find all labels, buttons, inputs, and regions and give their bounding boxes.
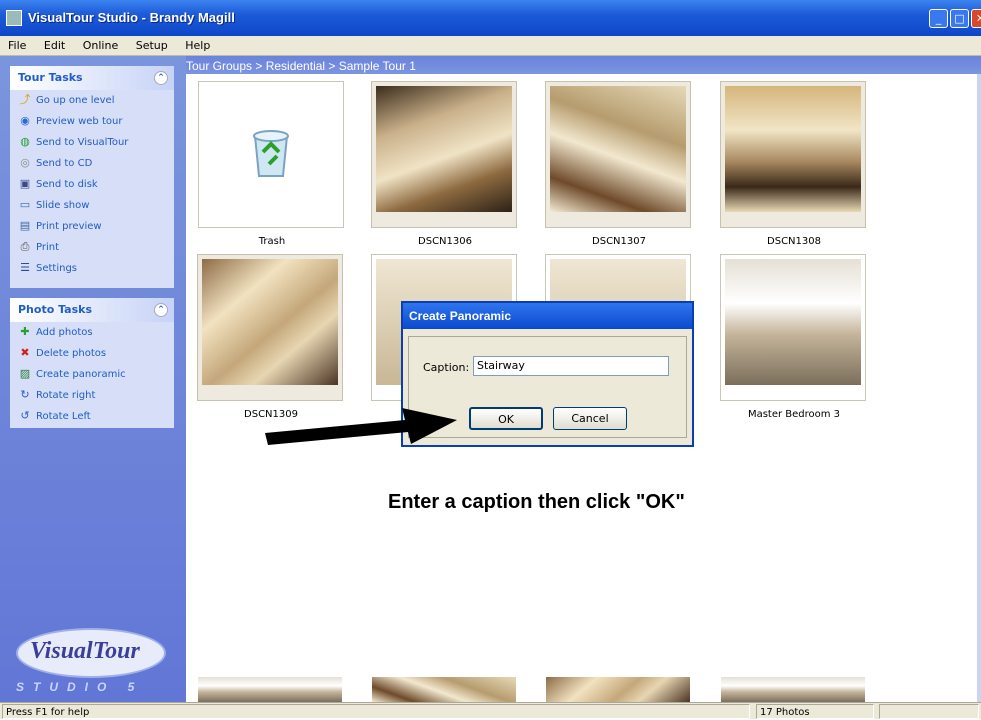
task-print-preview[interactable]: ▤ Print preview <box>10 216 174 237</box>
thumbnail-caption: Trash <box>258 236 286 247</box>
photo-image <box>376 86 512 212</box>
photo-image <box>725 86 861 212</box>
thumbnail-caption: DSCN1307 <box>592 236 646 247</box>
task-preview-web-tour[interactable]: ◉ Preview web tour <box>10 111 174 132</box>
photo-tasks-title: Photo Tasks <box>18 303 93 316</box>
collapse-icon[interactable]: ⌃ <box>154 71 168 85</box>
rotate-right-icon: ↻ <box>20 388 30 401</box>
thumbnail-dscn1306[interactable]: DSCN1306 <box>371 81 517 247</box>
status-empty <box>879 704 979 719</box>
up-folder-icon: ⤴ <box>19 93 31 106</box>
breadcrumb[interactable]: Tour Groups > Residential > Sample Tour … <box>186 59 416 73</box>
tour-tasks-panel: Tour Tasks ⌃ ⤴ Go up one level ◉ Preview w… <box>10 66 174 288</box>
status-bar: Press F1 for help 17 Photos <box>0 702 981 719</box>
thumbnail-dscn1307[interactable]: DSCN1307 <box>545 81 691 247</box>
dialog-title: Create Panoramic <box>403 303 692 329</box>
globe-icon: ◍ <box>20 135 30 148</box>
cd-icon: ◎ <box>20 156 30 169</box>
delete-icon: ✖ <box>20 346 30 359</box>
task-slide-show[interactable]: ▭ Slide show <box>10 195 174 216</box>
task-add-photos[interactable]: ✚ Add photos <box>10 322 174 343</box>
collapse-icon[interactable]: ⌃ <box>154 303 168 317</box>
task-send-to-disk[interactable]: ▣ Send to disk <box>10 174 174 195</box>
task-delete-photos[interactable]: ✖ Delete photos <box>10 343 174 364</box>
window-title: VisualTour Studio - Brandy Magill <box>28 10 235 25</box>
printer-icon: ⎙ <box>20 240 30 253</box>
thumbnail-dscn1308[interactable]: DSCN1308 <box>720 81 866 247</box>
tour-tasks-header[interactable]: Tour Tasks ⌃ <box>10 66 174 90</box>
preview-icon: ◉ <box>20 114 30 127</box>
arrow-annotation <box>265 408 457 445</box>
app-icon <box>6 10 22 26</box>
task-rotate-left[interactable]: ↺ Rotate Left <box>10 406 174 427</box>
tour-tasks-title: Tour Tasks <box>18 71 83 84</box>
print-preview-icon: ▤ <box>19 219 31 232</box>
menu-file[interactable]: File <box>8 36 26 56</box>
thumbnail-partial[interactable] <box>721 677 865 702</box>
disk-icon: ▣ <box>19 177 31 190</box>
caption-label: Caption: <box>423 361 470 374</box>
thumbnail-master-bedroom-3[interactable]: Master Bedroom 3 <box>720 254 866 420</box>
photo-image <box>202 259 338 385</box>
close-button[interactable]: ✕ <box>971 9 981 28</box>
photo-image <box>550 86 686 212</box>
settings-icon: ☰ <box>20 261 30 274</box>
menu-edit[interactable]: Edit <box>44 36 65 56</box>
thumbnail-dscn1309[interactable]: DSCN1309 <box>197 254 343 420</box>
instruction-text: Enter a caption then click "OK" <box>388 491 685 513</box>
menu-help[interactable]: Help <box>185 36 210 56</box>
task-send-to-cd[interactable]: ◎ Send to CD <box>10 153 174 174</box>
task-rotate-right[interactable]: ↻ Rotate right <box>10 385 174 406</box>
menu-online[interactable]: Online <box>83 36 118 56</box>
maximize-button[interactable]: □ <box>950 9 969 28</box>
minimize-button[interactable]: _ <box>929 9 948 28</box>
title-bar: VisualTour Studio - Brandy Magill _ □ ✕ <box>0 0 981 36</box>
status-help: Press F1 for help <box>2 704 750 719</box>
task-settings[interactable]: ☰ Settings <box>10 258 174 279</box>
ok-button[interactable]: OK <box>469 407 543 430</box>
task-go-up[interactable]: ⤴ Go up one level <box>10 90 174 111</box>
task-send-to-visualtour[interactable]: ◍ Send to VisualTour <box>10 132 174 153</box>
photo-tasks-header[interactable]: Photo Tasks ⌃ <box>10 298 174 322</box>
photo-tasks-panel: Photo Tasks ⌃ ✚ Add photos ✖ Delete photos… <box>10 298 174 428</box>
recycle-bin-icon <box>253 130 289 177</box>
panoramic-icon: ▨ <box>19 367 31 380</box>
task-print[interactable]: ⎙ Print <box>10 237 174 258</box>
menu-setup[interactable]: Setup <box>136 36 168 56</box>
thumbnail-caption: DSCN1308 <box>767 236 821 247</box>
rotate-left-icon: ↺ <box>20 409 30 422</box>
status-photo-count: 17 Photos <box>756 704 874 719</box>
task-sidebar: Tour Tasks ⌃ ⤴ Go up one level ◉ Preview w… <box>0 56 186 702</box>
thumbnail-partial[interactable] <box>546 677 690 702</box>
add-icon: ✚ <box>20 325 30 338</box>
photo-image <box>725 259 861 385</box>
vertical-scrollbar[interactable] <box>977 74 981 702</box>
task-create-panoramic[interactable]: ▨ Create panoramic <box>10 364 174 385</box>
visualtour-logo: VisualTour STUDIO 5 <box>16 628 166 694</box>
menu-bar: File Edit Online Setup Help <box>0 36 981 56</box>
thumbnail-trash[interactable]: Trash <box>198 81 344 247</box>
thumbnail-caption: Master Bedroom 3 <box>747 409 841 420</box>
thumbnail-partial[interactable] <box>372 677 516 702</box>
slideshow-icon: ▭ <box>19 198 31 211</box>
thumbnail-caption: DSCN1306 <box>418 236 472 247</box>
caption-input[interactable]: Stairway <box>473 356 669 376</box>
cancel-button[interactable]: Cancel <box>553 407 627 430</box>
thumbnail-partial[interactable] <box>198 677 342 702</box>
